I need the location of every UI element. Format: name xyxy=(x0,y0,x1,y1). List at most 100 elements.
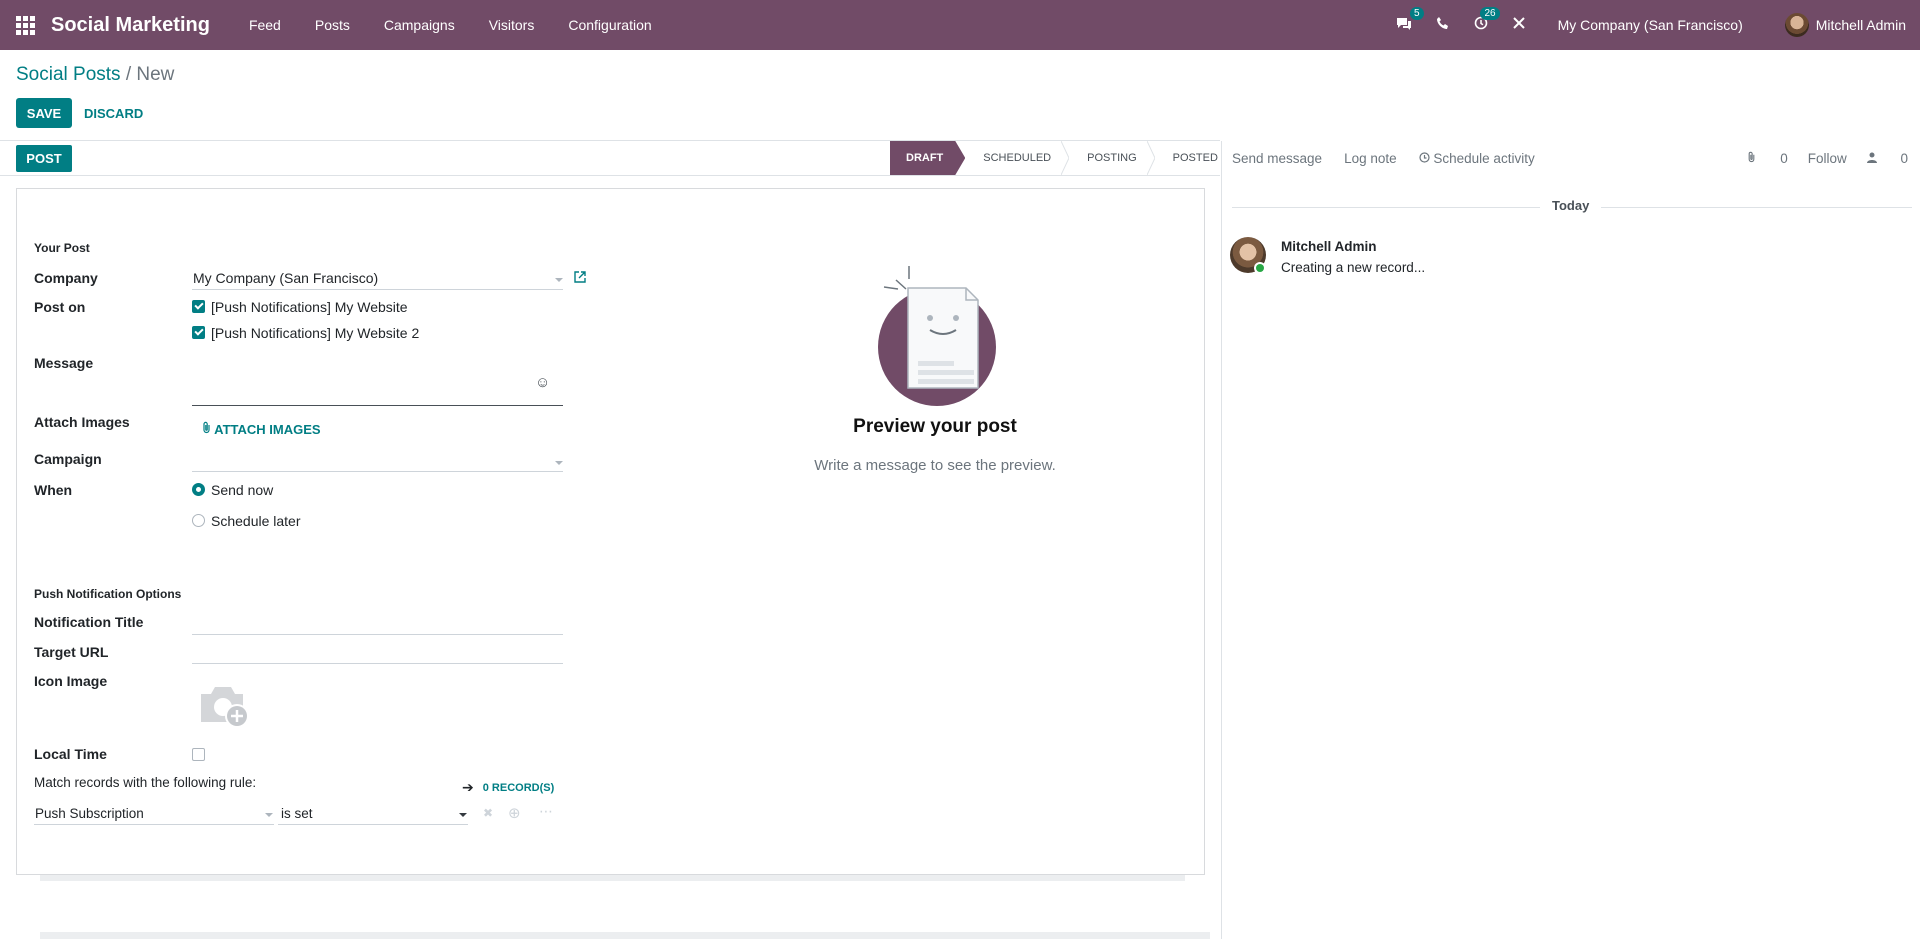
phone-icon[interactable] xyxy=(1436,16,1450,34)
divider xyxy=(0,175,1220,176)
campaign-field[interactable] xyxy=(193,451,553,469)
company-switcher[interactable]: My Company (San Francisco) xyxy=(1558,17,1743,33)
menu-visitors[interactable]: Visitors xyxy=(489,17,535,33)
menu-configuration[interactable]: Configuration xyxy=(568,17,651,33)
domain-operator-value: is set xyxy=(281,806,313,821)
follow-button[interactable]: Follow xyxy=(1808,151,1847,166)
account-label-2: [Push Notifications] My Website 2 xyxy=(211,325,420,341)
chevron-down-icon[interactable] xyxy=(459,813,467,817)
app-name[interactable]: Social Marketing xyxy=(51,14,210,37)
domain-field-value: Push Subscription xyxy=(35,806,144,821)
followers-button[interactable]: 0 xyxy=(1866,150,1908,166)
message-label: Message xyxy=(34,355,94,371)
schedule-activity-button[interactable]: Schedule activity xyxy=(1419,151,1557,166)
chatter-topbar: Send message Log note Schedule activity xyxy=(1232,148,1579,168)
stage-chevron xyxy=(1146,141,1155,175)
target-url-input[interactable] xyxy=(192,663,563,664)
followers-count: 0 xyxy=(1900,150,1908,166)
records-link[interactable]: ➔ 0 RECORD(S) xyxy=(462,779,554,796)
match-rule-text: Match records with the following rule: xyxy=(34,775,257,790)
external-link-icon[interactable] xyxy=(574,271,586,283)
user-menu[interactable]: Mitchell Admin xyxy=(1784,13,1906,37)
top-navbar: Social Marketing Feed Posts Campaigns Vi… xyxy=(0,0,1920,50)
stage-posting[interactable]: POSTING xyxy=(1069,141,1147,175)
local-time-checkbox[interactable] xyxy=(192,748,205,761)
breadcrumb-separator: / xyxy=(125,64,132,85)
company-field[interactable]: My Company (San Francisco) xyxy=(193,270,378,286)
paperclip-icon xyxy=(203,421,210,434)
status-bar: DRAFT SCHEDULED POSTING POSTED xyxy=(890,141,1228,175)
section-push-options: Push Notification Options xyxy=(34,587,182,601)
send-now-label: Send now xyxy=(211,482,274,498)
menu-posts[interactable]: Posts xyxy=(315,17,350,33)
breadcrumb-current: New xyxy=(136,64,175,85)
attachments-button[interactable]: 0 xyxy=(1747,151,1788,166)
chatter-right-actions: 0 Follow 0 xyxy=(1727,148,1908,168)
chevron-down-icon[interactable] xyxy=(265,813,273,817)
post-button[interactable]: POST xyxy=(16,145,72,172)
chevron-down-icon[interactable] xyxy=(555,278,563,282)
add-rule-icon[interactable]: ⊕ xyxy=(508,804,521,822)
user-name: Mitchell Admin xyxy=(1815,17,1906,33)
message-author[interactable]: Mitchell Admin xyxy=(1281,239,1377,254)
attach-images-text: ATTACH IMAGES xyxy=(214,422,321,437)
sheet-shadow xyxy=(40,875,1185,881)
user-avatar xyxy=(1784,13,1809,37)
company-label: Company xyxy=(34,270,98,286)
send-message-button[interactable]: Send message xyxy=(1232,151,1322,166)
stage-draft[interactable]: DRAFT xyxy=(890,141,965,175)
online-status-icon xyxy=(1254,262,1266,274)
menu-feed[interactable]: Feed xyxy=(249,17,281,33)
discard-button[interactable]: DISCARD xyxy=(84,98,143,128)
arrow-right-icon: ➔ xyxy=(462,779,474,795)
debug-tools-icon[interactable] xyxy=(1512,16,1526,34)
message-body: Creating a new record... xyxy=(1281,260,1426,275)
apps-menu-icon[interactable] xyxy=(0,0,50,50)
camera-add-icon[interactable] xyxy=(199,682,255,730)
user-icon xyxy=(1866,152,1877,163)
domain-field-select[interactable]: Push Subscription xyxy=(34,803,274,825)
chevron-down-icon[interactable] xyxy=(555,461,563,465)
preview-subtitle: Write a message to see the preview. xyxy=(814,457,1056,474)
message-underline xyxy=(192,405,563,406)
preview-title: Preview your post xyxy=(853,416,1017,437)
activity-clock-icon[interactable]: 26 xyxy=(1474,7,1500,34)
stage-posted[interactable]: POSTED xyxy=(1155,141,1228,175)
paperclip-icon xyxy=(1749,151,1755,162)
notification-title-label: Notification Title xyxy=(34,614,144,630)
section-your-post: Your Post xyxy=(34,241,90,255)
more-options-icon[interactable]: ⋯ xyxy=(539,803,553,820)
breadcrumb: Social Posts / New xyxy=(16,64,174,86)
bottom-bar xyxy=(40,932,1210,939)
form-sheet xyxy=(16,188,1205,875)
campaign-label: Campaign xyxy=(34,451,102,467)
log-note-button[interactable]: Log note xyxy=(1344,151,1397,166)
send-now-radio[interactable] xyxy=(192,483,205,496)
records-count: 0 RECORD(S) xyxy=(482,781,555,794)
schedule-later-radio[interactable] xyxy=(192,514,205,527)
icon-image-label: Icon Image xyxy=(34,673,108,689)
account-checkbox-1[interactable] xyxy=(192,300,205,313)
menu-campaigns[interactable]: Campaigns xyxy=(384,17,455,33)
stage-scheduled[interactable]: SCHEDULED xyxy=(965,141,1061,175)
messaging-icon[interactable]: 5 xyxy=(1396,7,1424,34)
stage-chevron xyxy=(1061,141,1070,175)
company-underline xyxy=(192,289,563,290)
clock-icon xyxy=(1419,151,1430,163)
account-label-1: [Push Notifications] My Website xyxy=(211,299,408,315)
account-checkbox-2[interactable] xyxy=(192,326,205,339)
date-separator: Today xyxy=(1540,198,1602,213)
save-button[interactable]: SAVE xyxy=(16,98,72,128)
schedule-later-label: Schedule later xyxy=(211,513,301,529)
post-on-label: Post on xyxy=(34,299,86,315)
emoji-icon[interactable]: ☺ xyxy=(535,374,550,391)
messages-badge: 5 xyxy=(1410,7,1424,20)
local-time-label: Local Time xyxy=(34,746,107,762)
message-textarea[interactable] xyxy=(193,355,533,403)
attach-images-button[interactable]: ATTACH IMAGES xyxy=(202,421,321,437)
breadcrumb-parent[interactable]: Social Posts xyxy=(16,64,121,85)
delete-rule-icon[interactable]: ✖ xyxy=(483,806,493,820)
notification-title-input[interactable] xyxy=(192,634,563,635)
domain-operator-select[interactable]: is set xyxy=(278,803,468,825)
preview-illustration xyxy=(878,266,996,406)
